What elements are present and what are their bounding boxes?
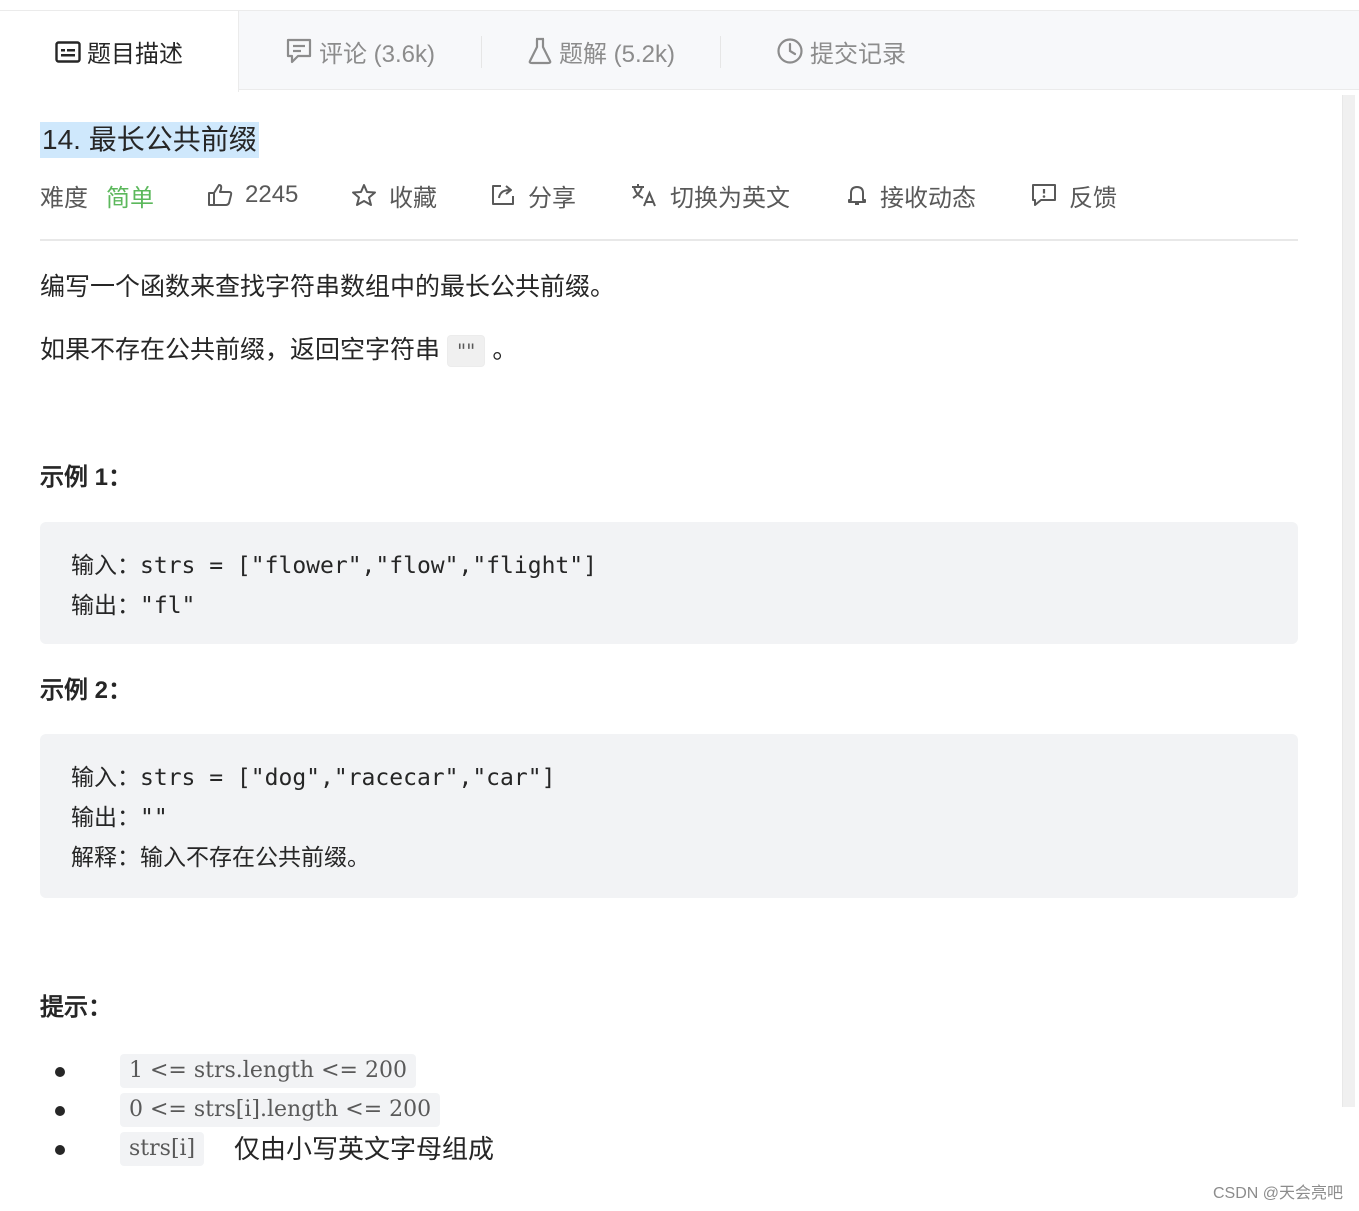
output-value: "" [140,805,168,831]
clock-icon [777,38,803,64]
watermark: CSDN @天会亮吧 [1212,1185,1343,1202]
hint-3-code: strs[i] [120,1132,205,1166]
problem-page: 题目描述 评论 (3.6k) 题解 (5.2k) 提交记录 14. 最长公共前缀… [0,0,1359,1211]
translate-icon [632,184,656,207]
share-label: 分享 [528,184,576,212]
example-1-input: 输入：strs = ["flower","flow","flight"] [71,546,1267,586]
empty-string-code: "" [446,335,486,368]
example-1-heading: 示例 1： [40,464,133,491]
tab-description[interactable]: 题目描述 [0,11,239,92]
problem-meta-row: 难度 简单 2245 收藏 分享 切换为英文 接收动态 反馈 [40,178,1300,212]
subscribe-label: 接收动态 [880,184,976,212]
scrollbar-thumb[interactable] [1342,95,1355,1107]
bell-icon [848,186,866,205]
input-label: 输入： [71,553,140,579]
input-value: strs = ["flower","flow","flight"] [140,553,597,579]
problem-title: 14. 最长公共前缀 [40,122,259,158]
example-2-codeblock: 输入：strs = ["dog","racecar","car"] 输出："" … [40,734,1298,898]
example-2-input: 输入：strs = ["dog","racecar","car"] [71,758,1267,798]
output-label: 输出： [71,593,140,619]
share-button[interactable]: 分享 [490,178,576,212]
hint-1-code: 1 <= strs.length <= 200 [120,1054,416,1088]
example-2-heading: 示例 2： [40,677,133,704]
translate-button[interactable]: 切换为英文 [630,178,790,212]
tab-submissions[interactable]: 提交记录 [721,11,961,91]
tab-submissions-label: 提交记录 [810,40,906,68]
difficulty-value: 简单 [106,184,154,212]
example-2-output: 输出："" [71,798,1267,838]
hint-2-code: 0 <= strs[i].length <= 200 [120,1093,441,1127]
tab-comments-label: 评论 (3.6k) [318,40,435,68]
example-1-output: 输出："fl" [71,586,1267,626]
description-line-1: 编写一个函数来查找字符串数组中的最长公共前缀。 [40,273,616,301]
hints-heading: 提示： [40,994,112,1021]
tab-description-label: 题目描述 [87,41,183,68]
description-line-2: 如果不存在公共前缀，返回空字符串 "" 。 [40,333,518,368]
flask-icon [528,37,552,65]
example-1-codeblock: 输入：strs = ["flower","flow","flight"] 输出：… [40,522,1298,644]
explain-label: 解释： [71,845,140,871]
tab-comments[interactable]: 评论 (3.6k) [239,11,481,91]
input-label: 输入： [71,765,140,791]
difficulty: 难度 简单 [40,178,154,212]
input-value: strs = ["dog","racecar","car"] [140,765,556,791]
example-2-explanation: 解释：输入不存在公共前缀。 [71,838,1267,878]
subscribe-button[interactable]: 接收动态 [846,178,976,212]
bullet [55,1145,65,1155]
bullet [55,1067,65,1077]
favorite-button[interactable]: 收藏 [351,178,437,212]
feedback-icon [1032,184,1056,206]
difficulty-label: 难度 [40,184,88,212]
output-value: "fl" [140,593,196,619]
star-icon [352,184,376,206]
tab-solutions[interactable]: 题解 (5.2k) [482,11,720,91]
output-label: 输出： [71,805,140,831]
favorite-label: 收藏 [389,184,437,212]
translate-label: 切换为英文 [670,184,790,212]
like-count: 2245 [245,181,299,208]
description-line-2-text: 如果不存在公共前缀，返回空字符串 [40,336,441,364]
description-icon [55,40,81,63]
tab-solutions-label: 题解 (5.2k) [558,40,675,68]
description-line-2-suffix: 。 [492,336,518,364]
hint-3-text: 仅由小写英文字母组成 [234,1134,495,1164]
feedback-button[interactable]: 反馈 [1031,178,1117,212]
share-icon [492,185,514,205]
divider [40,239,1298,241]
comment-icon [286,38,312,64]
like-button[interactable]: 2245 [207,178,298,212]
explain-value: 输入不存在公共前缀。 [140,845,370,871]
thumbs-up-icon [208,184,233,206]
feedback-label: 反馈 [1069,184,1117,212]
tab-bar: 题目描述 评论 (3.6k) 题解 (5.2k) 提交记录 [0,10,1359,92]
bullet [55,1106,65,1116]
